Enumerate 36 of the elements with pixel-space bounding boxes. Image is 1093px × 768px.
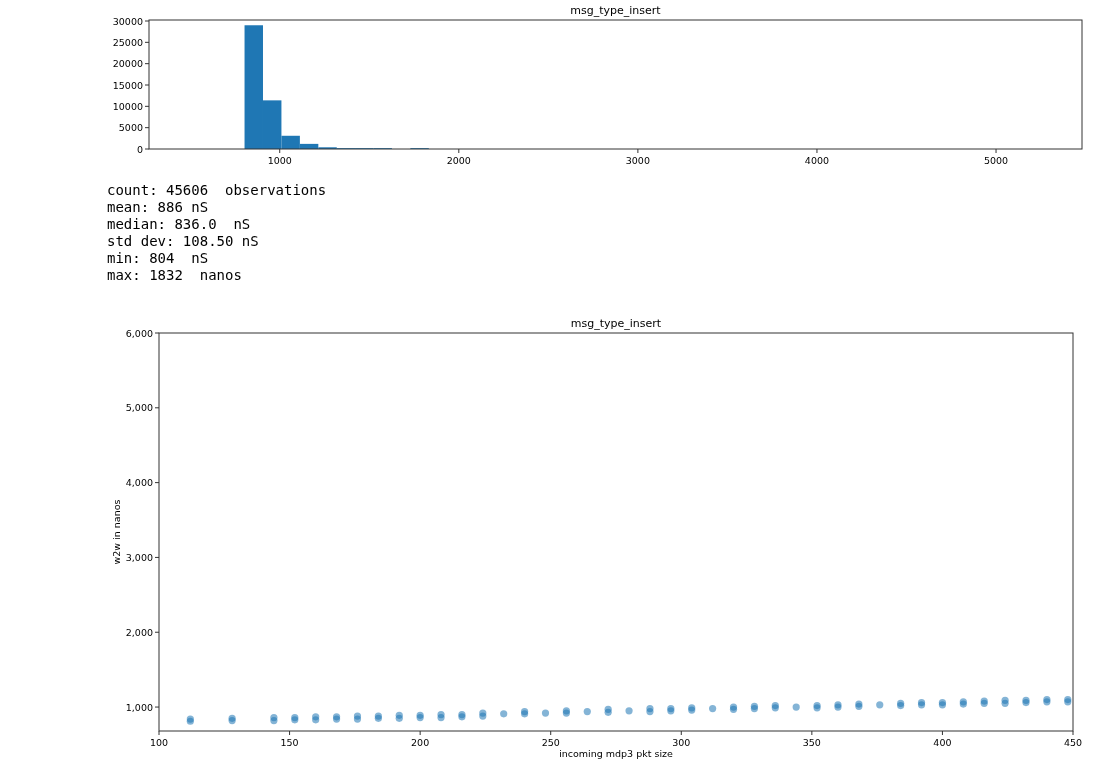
chart-title: msg_type_insert — [570, 4, 661, 17]
stats-line: count: 45606 observations — [107, 182, 327, 199]
stats-line: mean: 886 nS — [107, 199, 210, 216]
axis-tick-label: 3000 — [625, 155, 650, 166]
axis-tick-label: 5,000 — [125, 402, 153, 414]
axis-tick-label: 2,000 — [125, 626, 153, 638]
axis-tick-label: 5000 — [983, 155, 1009, 166]
axis-tick-label: 25000 — [112, 36, 143, 48]
axis-tick-label: 300 — [672, 737, 691, 748]
stats-line: min: 804 nS — [107, 250, 210, 267]
chart-title: msg_type_insert — [570, 317, 662, 330]
axis-tick-label: 1000 — [267, 155, 292, 166]
axis-tick-label: 5000 — [118, 122, 143, 134]
x-axis-label: incoming mdp3 pkt size — [559, 748, 673, 759]
axis-tick-label: 150 — [280, 737, 299, 748]
axis-tick-label: 250 — [541, 737, 560, 748]
axis-tick-label: 400 — [933, 737, 952, 748]
axis-tick-label: 100 — [149, 737, 169, 748]
axis-tick-label: 4,000 — [125, 477, 153, 489]
axis-tick-label: 0 — [136, 143, 143, 155]
y-axis-label: w2w in nanos — [111, 499, 122, 565]
axis-tick-label: 20000 — [112, 58, 143, 70]
axis-tick-label: 3,000 — [125, 551, 153, 563]
stats-line: max: 1832 nanos — [107, 267, 243, 284]
axis-tick-label: 10000 — [112, 100, 143, 112]
stats-line: median: 836.0 nS — [107, 216, 252, 233]
axis-tick-label: 15000 — [112, 79, 143, 91]
axis-tick-label: 350 — [802, 737, 821, 748]
axis-tick-label: 1,000 — [125, 701, 153, 713]
axis-tick-label: 2000 — [446, 155, 471, 166]
axis-tick-label: 30000 — [112, 15, 143, 27]
axis-tick-label: 200 — [411, 737, 430, 748]
stats-line: std dev: 108.50 nS — [107, 233, 260, 250]
axis-tick-label: 450 — [1063, 737, 1083, 748]
axis-tick-label: 4000 — [804, 155, 830, 166]
axis-tick-label: 6,000 — [125, 327, 153, 339]
